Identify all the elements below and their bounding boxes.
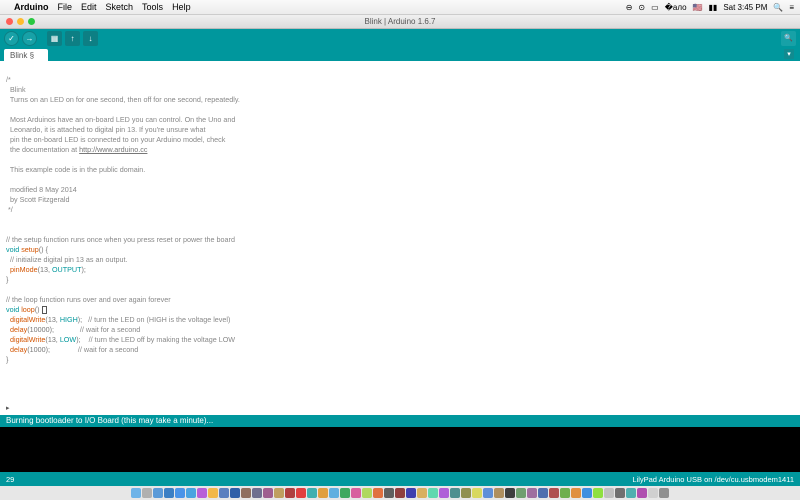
menu-help[interactable]: Help: [172, 2, 191, 12]
status-sync-icon[interactable]: ⊙: [638, 3, 645, 12]
console-output[interactable]: [0, 427, 800, 472]
dock-app-36[interactable]: [527, 488, 537, 498]
dock-app-14[interactable]: [285, 488, 295, 498]
save-button[interactable]: ↓: [83, 31, 98, 46]
status-flag-icon[interactable]: 🇺🇸: [693, 3, 703, 12]
dock-app-6[interactable]: [197, 488, 207, 498]
tab-menu-button[interactable]: ▾: [784, 49, 794, 59]
dock-app-23[interactable]: [384, 488, 394, 498]
code-editor[interactable]: /* Blink Turns on an LED on for one seco…: [0, 61, 800, 415]
dock-app-9[interactable]: [230, 488, 240, 498]
menu-edit[interactable]: Edit: [81, 2, 97, 12]
dock-app-47[interactable]: [648, 488, 658, 498]
dock-app-11[interactable]: [252, 488, 262, 498]
dock-app-29[interactable]: [450, 488, 460, 498]
text-cursor: [42, 306, 47, 314]
dock-app-41[interactable]: [582, 488, 592, 498]
status-display-icon[interactable]: ▭: [651, 3, 659, 12]
tab-blink[interactable]: Blink §: [4, 49, 48, 61]
dock-app-24[interactable]: [395, 488, 405, 498]
status-dnd-icon[interactable]: ⊖: [626, 3, 633, 12]
dock-app-28[interactable]: [439, 488, 449, 498]
status-spotlight-icon[interactable]: 🔍: [773, 3, 783, 12]
menu-file[interactable]: File: [58, 2, 73, 12]
dock-app-39[interactable]: [560, 488, 570, 498]
minimize-icon[interactable]: [17, 18, 24, 25]
dock-app-3[interactable]: [164, 488, 174, 498]
tab-bar: Blink § ▾: [0, 47, 800, 61]
line-number: 29: [6, 475, 14, 484]
dock-app-5[interactable]: [186, 488, 196, 498]
dock-app-45[interactable]: [626, 488, 636, 498]
dock-app-38[interactable]: [549, 488, 559, 498]
dock-app-34[interactable]: [505, 488, 515, 498]
verify-button[interactable]: ✓: [4, 31, 19, 46]
open-button[interactable]: ↑: [65, 31, 80, 46]
new-button[interactable]: ▦: [47, 31, 62, 46]
dock-app-42[interactable]: [593, 488, 603, 498]
dock-app-1[interactable]: [142, 488, 152, 498]
dock-app-46[interactable]: [637, 488, 647, 498]
window-title: Blink | Arduino 1.6.7: [364, 17, 435, 26]
dock-app-25[interactable]: [406, 488, 416, 498]
dock-app-31[interactable]: [472, 488, 482, 498]
status-message: Burning bootloader to I/O Board (this ma…: [0, 415, 800, 427]
serial-monitor-button[interactable]: 🔍: [781, 31, 796, 46]
dock-app-17[interactable]: [318, 488, 328, 498]
status-battery-icon[interactable]: ▮▮: [709, 3, 718, 12]
dock-app-20[interactable]: [351, 488, 361, 498]
dock-app-4[interactable]: [175, 488, 185, 498]
dock-app-32[interactable]: [483, 488, 493, 498]
dock-app-33[interactable]: [494, 488, 504, 498]
window-titlebar[interactable]: Blink | Arduino 1.6.7: [0, 15, 800, 29]
dock-app-12[interactable]: [263, 488, 273, 498]
macos-menubar: Arduino File Edit Sketch Tools Help ⊖ ⊙ …: [0, 0, 800, 15]
macos-dock[interactable]: [0, 486, 800, 500]
toolbar: ✓ → ▦ ↑ ↓ 🔍: [0, 29, 800, 47]
dock-app-37[interactable]: [538, 488, 548, 498]
board-port: LilyPad Arduino USB on /dev/cu.usbmodem1…: [632, 475, 794, 484]
dock-app-8[interactable]: [219, 488, 229, 498]
menu-sketch[interactable]: Sketch: [106, 2, 134, 12]
dock-app-35[interactable]: [516, 488, 526, 498]
dock-app-10[interactable]: [241, 488, 251, 498]
dock-app-44[interactable]: [615, 488, 625, 498]
zoom-icon[interactable]: [28, 18, 35, 25]
dock-app-48[interactable]: [659, 488, 669, 498]
dock-app-40[interactable]: [571, 488, 581, 498]
dock-app-7[interactable]: [208, 488, 218, 498]
dock-app-16[interactable]: [307, 488, 317, 498]
dock-app-30[interactable]: [461, 488, 471, 498]
dock-app-27[interactable]: [428, 488, 438, 498]
app-menu[interactable]: Arduino: [14, 2, 49, 12]
dock-app-43[interactable]: [604, 488, 614, 498]
dock-app-22[interactable]: [373, 488, 383, 498]
status-wifi-icon[interactable]: �ало: [665, 3, 687, 12]
dock-app-15[interactable]: [296, 488, 306, 498]
dock-app-18[interactable]: [329, 488, 339, 498]
dock-app-21[interactable]: [362, 488, 372, 498]
menu-tools[interactable]: Tools: [142, 2, 163, 12]
upload-button[interactable]: →: [22, 31, 37, 46]
status-notifications-icon[interactable]: ≡: [789, 3, 794, 12]
status-bar: 29 LilyPad Arduino USB on /dev/cu.usbmod…: [0, 472, 800, 486]
close-icon[interactable]: [6, 18, 13, 25]
dock-app-26[interactable]: [417, 488, 427, 498]
dock-app-0[interactable]: [131, 488, 141, 498]
dock-app-13[interactable]: [274, 488, 284, 498]
dock-app-19[interactable]: [340, 488, 350, 498]
status-clock[interactable]: Sat 3:45 PM: [723, 3, 767, 12]
editor-caret-marker: ▸: [6, 403, 10, 413]
dock-app-2[interactable]: [153, 488, 163, 498]
